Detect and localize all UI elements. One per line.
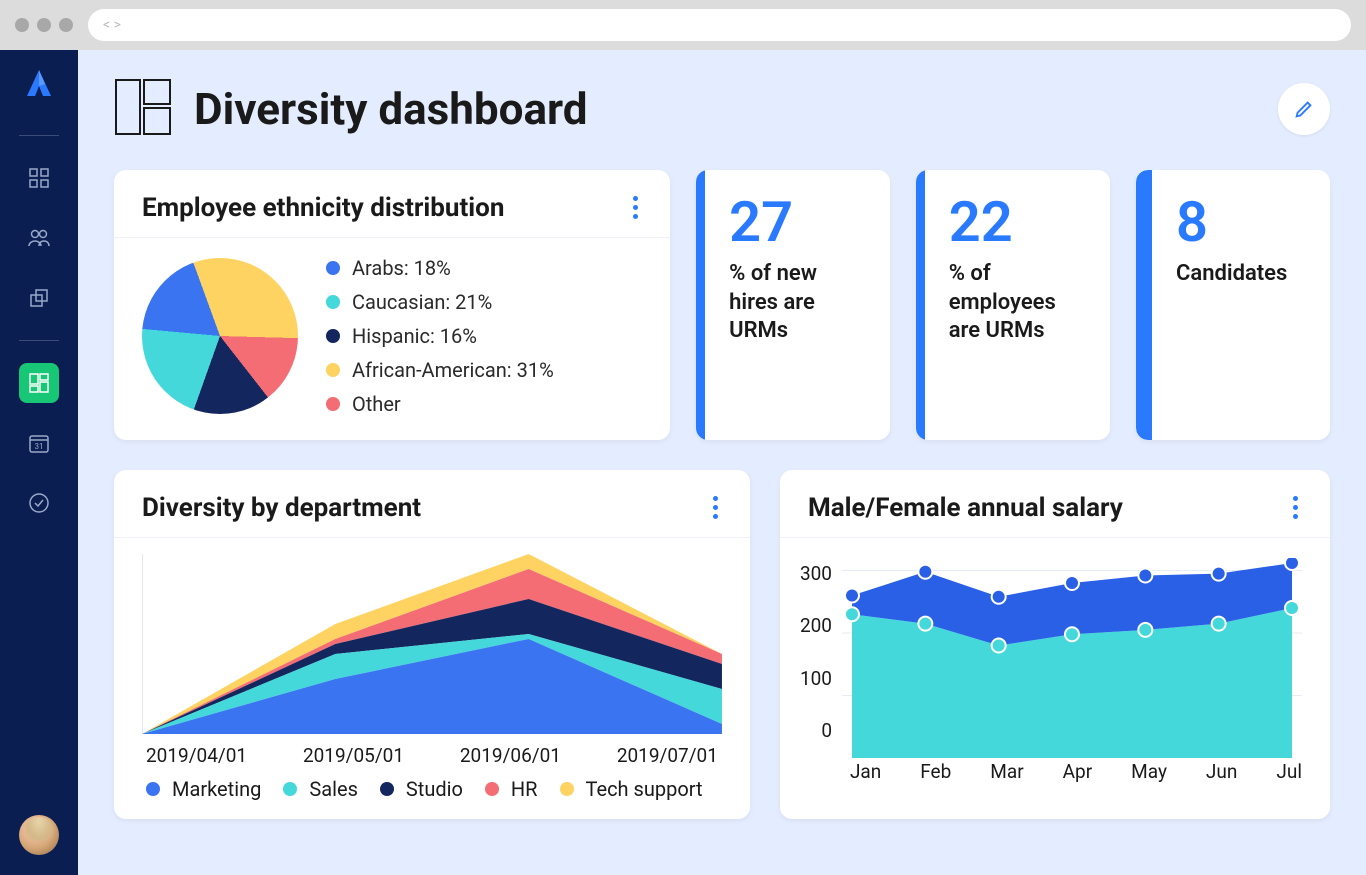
legend-dot-icon: [283, 782, 297, 796]
window-dot: [59, 18, 73, 32]
salary-y-axis: 300 200 100 0: [800, 558, 832, 742]
legend-label: Studio: [406, 777, 463, 801]
sidebar: 31: [0, 50, 78, 875]
nav-board-icon[interactable]: [19, 363, 59, 403]
url-bar[interactable]: < >: [88, 9, 1351, 41]
salary-card: Male/Female annual salary 300 200 100 0 …: [780, 470, 1330, 819]
divider: [19, 135, 59, 136]
dashboard-icon: [114, 78, 172, 140]
window-dot: [37, 18, 51, 32]
card-menu-button[interactable]: [709, 492, 722, 523]
legend-dot-icon: [146, 782, 160, 796]
user-avatar[interactable]: [19, 815, 59, 855]
legend-label: Caucasian: 21%: [352, 290, 492, 314]
legend-dot-icon: [326, 295, 340, 309]
nav-dashboard-icon[interactable]: [19, 158, 59, 198]
legend-item: Tech support: [560, 777, 703, 801]
nav-arrows-icon: < >: [103, 17, 121, 33]
stat-stripe: [916, 170, 925, 440]
nav-check-icon[interactable]: [19, 483, 59, 523]
legend-label: Tech support: [586, 777, 703, 801]
department-legend: Marketing Sales Studio HR Tech support: [142, 777, 722, 801]
window-dot: [15, 18, 29, 32]
pencil-icon: [1293, 98, 1315, 120]
legend-item: Other: [326, 392, 554, 416]
legend-item: Arabs: 18%: [326, 256, 554, 280]
legend-item: Hispanic: 16%: [326, 324, 554, 348]
x-tick: Jan: [850, 760, 881, 783]
x-tick: Jun: [1206, 760, 1237, 783]
department-title: Diversity by department: [142, 493, 421, 523]
department-area-chart: [142, 554, 722, 734]
legend-label: Hispanic: 16%: [352, 324, 477, 348]
salary-area-chart: [842, 558, 1302, 758]
legend-dot-icon: [380, 782, 394, 796]
ethnicity-title: Employee ethnicity distribution: [142, 193, 504, 223]
x-tick: 2019/04/01: [146, 744, 247, 767]
x-tick: Mar: [990, 760, 1023, 783]
nav-folder-icon[interactable]: [19, 278, 59, 318]
legend-item: African-American: 31%: [326, 358, 554, 382]
stat-label: Candidates: [1176, 260, 1287, 289]
card-menu-button[interactable]: [1289, 492, 1302, 523]
legend-label: Other: [352, 392, 401, 416]
legend-item: Sales: [283, 777, 358, 801]
x-tick: Apr: [1063, 760, 1093, 783]
legend-item: Marketing: [146, 777, 261, 801]
department-card: Diversity by department 2019/04/01 2019/…: [114, 470, 750, 819]
legend-label: Sales: [309, 777, 358, 801]
y-tick: 300: [800, 562, 832, 585]
nav-calendar-icon[interactable]: 31: [19, 423, 59, 463]
legend-label: Marketing: [172, 777, 261, 801]
legend-label: HR: [511, 777, 538, 801]
stat-hires-card: 27 % of new hires are URMs: [696, 170, 890, 440]
salary-x-axis: Jan Feb Mar Apr May Jun Jul: [780, 758, 1330, 783]
stat-label: % of employees are URMs: [949, 260, 1088, 346]
ethnicity-pie-chart: [142, 258, 298, 414]
legend-dot-icon: [326, 397, 340, 411]
main-content: Diversity dashboard Employee ethnicity d…: [78, 50, 1366, 875]
legend-label: Arabs: 18%: [352, 256, 451, 280]
divider: [19, 340, 59, 341]
x-tick: Jul: [1276, 760, 1302, 783]
department-x-axis: 2019/04/01 2019/05/01 2019/06/01 2019/07…: [142, 738, 722, 777]
legend-dot-icon: [326, 261, 340, 275]
stat-value: 22: [949, 194, 1088, 250]
ethnicity-legend: Arabs: 18% Caucasian: 21% Hispanic: 16% …: [326, 256, 554, 416]
stat-label: % of new hires are URMs: [729, 260, 868, 346]
nav-people-icon[interactable]: [19, 218, 59, 258]
window-dots: [15, 18, 73, 32]
legend-label: African-American: 31%: [352, 358, 554, 382]
y-tick: 100: [800, 667, 832, 690]
browser-chrome: < >: [0, 0, 1366, 50]
x-tick: 2019/05/01: [303, 744, 404, 767]
stat-candidates-card: 8 Candidates: [1136, 170, 1330, 440]
x-tick: May: [1131, 760, 1167, 783]
x-tick: 2019/06/01: [460, 744, 561, 767]
legend-dot-icon: [326, 363, 340, 377]
page-title: Diversity dashboard: [194, 83, 1256, 135]
y-tick: 0: [821, 719, 832, 742]
card-menu-button[interactable]: [629, 192, 642, 223]
stat-value: 27: [729, 194, 868, 250]
legend-item: HR: [485, 777, 538, 801]
ethnicity-card: Employee ethnicity distribution Arabs: 1…: [114, 170, 670, 440]
x-tick: 2019/07/01: [617, 744, 718, 767]
svg-text:31: 31: [35, 442, 44, 451]
stat-stripe: [696, 170, 705, 440]
stat-employees-card: 22 % of employees are URMs: [916, 170, 1110, 440]
app-logo-icon[interactable]: [23, 68, 55, 107]
salary-title: Male/Female annual salary: [808, 493, 1123, 523]
x-tick: Feb: [920, 760, 951, 783]
legend-dot-icon: [560, 782, 574, 796]
legend-item: Caucasian: 21%: [326, 290, 554, 314]
legend-dot-icon: [485, 782, 499, 796]
stat-stripe: [1136, 170, 1152, 440]
legend-dot-icon: [326, 329, 340, 343]
y-tick: 200: [800, 614, 832, 637]
page-header: Diversity dashboard: [114, 78, 1330, 140]
stat-value: 8: [1176, 194, 1287, 250]
legend-item: Studio: [380, 777, 463, 801]
edit-button[interactable]: [1278, 83, 1330, 135]
